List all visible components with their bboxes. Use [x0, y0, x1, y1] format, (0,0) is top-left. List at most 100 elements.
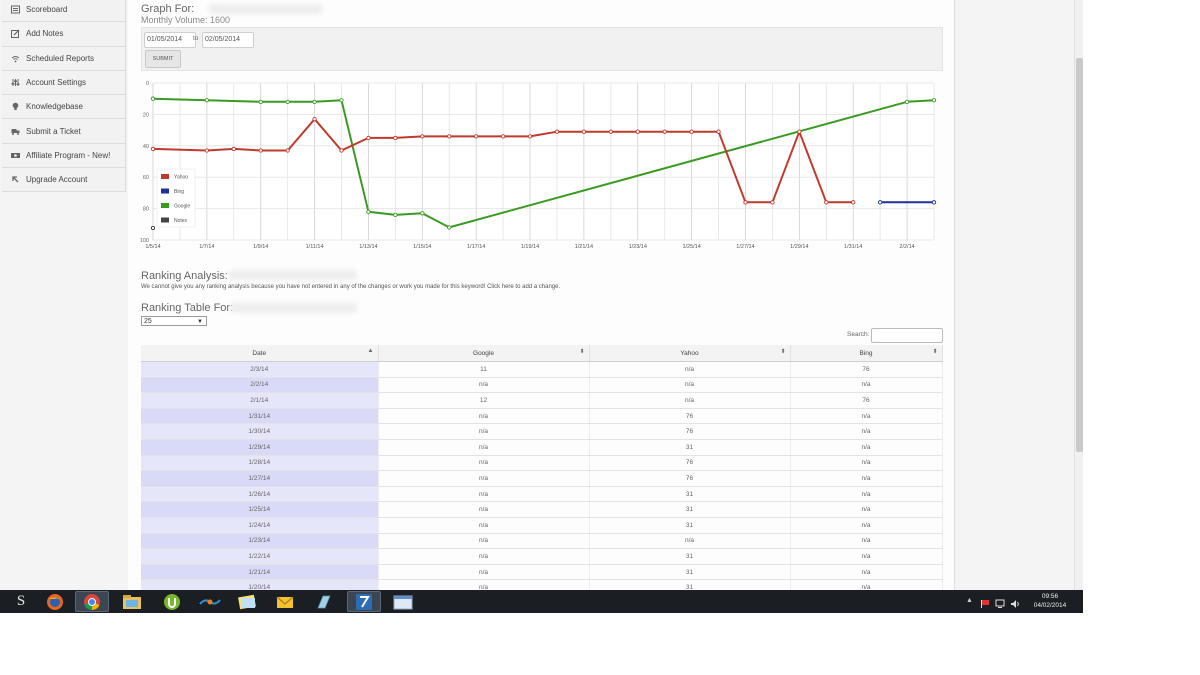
- table-cell-date: 1/25/14: [141, 501, 379, 518]
- table-cell-google: n/a: [378, 517, 590, 534]
- network-tray-icon[interactable]: [995, 596, 1006, 613]
- app-icon[interactable]: [307, 591, 341, 612]
- column-header-date[interactable]: Date ▲: [141, 345, 379, 362]
- data-point-google[interactable]: [204, 98, 210, 103]
- data-point-yahoo[interactable]: [393, 135, 398, 141]
- legend-label-yahoo[interactable]: Yahoo: [174, 175, 188, 181]
- data-point-yahoo[interactable]: [285, 148, 290, 153]
- redacted-keyword-3: [230, 303, 358, 313]
- data-point-yahoo[interactable]: [500, 134, 506, 139]
- data-point-yahoo[interactable]: [635, 129, 640, 134]
- table-cell-bing: n/a: [790, 377, 943, 394]
- data-point-google[interactable]: [312, 99, 317, 104]
- sidebar-item-scoreboard[interactable]: Scoreboard: [2, 0, 125, 23]
- sidebar-item-submit-a-ticket[interactable]: Submit a Ticket: [2, 119, 125, 144]
- table-cell-google: n/a: [378, 423, 590, 440]
- data-point-yahoo[interactable]: [608, 129, 613, 134]
- sticky-notes-icon[interactable]: [230, 591, 264, 612]
- volume-icon[interactable]: [1010, 596, 1021, 613]
- data-point-yahoo[interactable]: [689, 129, 694, 134]
- table-row: 1/24/14 n/a 31 n/a: [141, 517, 943, 534]
- clock-time: 09:56: [1041, 593, 1059, 600]
- data-point-yahoo[interactable]: [366, 135, 371, 141]
- table-row: 1/25/14 n/a 31 n/a: [141, 501, 943, 518]
- data-point-yahoo[interactable]: [420, 134, 425, 139]
- data-point-yahoo[interactable]: [743, 200, 748, 205]
- data-point-yahoo[interactable]: [851, 200, 856, 205]
- x-tick-label: 1/27/14: [736, 244, 754, 250]
- sidebar-item-upgrade-account[interactable]: Upgrade Account: [2, 168, 125, 193]
- filezilla-icon[interactable]: [347, 591, 381, 612]
- table-row: 1/29/14 n/a 31 n/a: [141, 439, 943, 456]
- ranking-chart: 0204060801001/5/14 1/7/14 1/9/14 1/11/14 1/1…: [140, 81, 937, 250]
- column-header-label: Yahoo: [680, 349, 699, 357]
- data-point-google[interactable]: [904, 99, 910, 104]
- outlook-icon[interactable]: [268, 591, 302, 612]
- ranking-analysis-message[interactable]: We cannot give you any ranking analysis …: [141, 284, 560, 290]
- data-point-google[interactable]: [366, 209, 371, 214]
- table-cell-date: 1/29/14: [141, 439, 379, 456]
- sidebar-item-add-notes[interactable]: Add Notes: [2, 22, 125, 47]
- data-point-yahoo[interactable]: [474, 134, 479, 139]
- legend-label-google[interactable]: Google: [174, 204, 190, 210]
- data-point-yahoo[interactable]: [797, 129, 802, 134]
- scrollbar[interactable]: [1074, 0, 1083, 590]
- data-point-yahoo[interactable]: [527, 134, 533, 139]
- search-input[interactable]: [871, 328, 943, 343]
- data-point-yahoo[interactable]: [554, 129, 560, 134]
- data-point-google[interactable]: [420, 211, 425, 216]
- flag-icon[interactable]: [980, 596, 990, 613]
- data-point-google[interactable]: [150, 96, 156, 101]
- clock-date: 04/02/2014: [1033, 602, 1067, 609]
- data-point-yahoo[interactable]: [339, 148, 344, 153]
- column-header-google[interactable]: Google ⬍: [378, 345, 590, 362]
- table-cell-date: 1/22/14: [141, 548, 379, 565]
- data-point-yahoo[interactable]: [662, 129, 667, 134]
- network-tool-icon[interactable]: [193, 591, 227, 612]
- table-cell-google: n/a: [378, 548, 590, 565]
- data-point-yahoo[interactable]: [231, 146, 236, 152]
- column-header-bing[interactable]: Bing ⬍: [790, 345, 943, 362]
- data-point-google[interactable]: [258, 99, 263, 104]
- tray-arrow-icon[interactable]: ▲: [966, 597, 973, 604]
- data-point-yahoo[interactable]: [824, 200, 829, 205]
- start-button[interactable]: S: [4, 591, 38, 612]
- data-point-yahoo[interactable]: [150, 146, 156, 152]
- sidebar-item-knowledgebase[interactable]: Knowledgebase: [2, 95, 125, 120]
- data-point-yahoo[interactable]: [258, 148, 263, 153]
- network-icon: [199, 598, 221, 605]
- firefox-icon[interactable]: [38, 591, 72, 612]
- data-point-google[interactable]: [447, 225, 452, 230]
- sidebar-item-account-settings[interactable]: Account Settings: [2, 71, 125, 96]
- money-icon: [11, 151, 20, 160]
- window-icon[interactable]: [386, 591, 420, 612]
- sidebar-item-scheduled-reports[interactable]: Scheduled Reports: [2, 47, 125, 71]
- utorrent-icon[interactable]: [155, 591, 189, 612]
- file-explorer-icon[interactable]: [115, 591, 149, 612]
- data-point-yahoo[interactable]: [770, 200, 775, 205]
- legend-label-bing[interactable]: Bing: [174, 189, 184, 195]
- data-point-yahoo[interactable]: [716, 129, 721, 134]
- scrollbar-thumb[interactable]: [1076, 58, 1083, 452]
- sidebar-item-affiliate-program-new[interactable]: Affiliate Program - New!: [2, 144, 125, 169]
- data-point-yahoo[interactable]: [204, 148, 210, 153]
- data-point-yahoo[interactable]: [447, 134, 452, 139]
- table-cell-date: 1/26/14: [141, 486, 379, 503]
- data-point-google[interactable]: [285, 99, 290, 104]
- clock[interactable]: 09:56 04/02/2014: [1030, 592, 1070, 610]
- data-point-bing[interactable]: [931, 200, 937, 205]
- data-point-google[interactable]: [931, 98, 937, 103]
- table-cell-bing: n/a: [790, 408, 943, 425]
- legend-label-notes[interactable]: Notes: [174, 218, 188, 224]
- book-icon: [317, 595, 331, 608]
- y-tick-label: 20: [143, 112, 149, 118]
- data-point-google[interactable]: [393, 212, 398, 218]
- column-header-yahoo[interactable]: Yahoo ⬍: [589, 345, 791, 362]
- data-point-yahoo[interactable]: [312, 116, 317, 122]
- table-row: 1/30/14 n/a 76 n/a: [141, 423, 943, 440]
- page-size-select[interactable]: 25 ▼: [141, 316, 207, 326]
- data-point-google[interactable]: [339, 98, 344, 103]
- data-point-yahoo[interactable]: [581, 129, 587, 134]
- chrome-icon[interactable]: [75, 591, 109, 612]
- data-point-bing[interactable]: [877, 200, 883, 205]
